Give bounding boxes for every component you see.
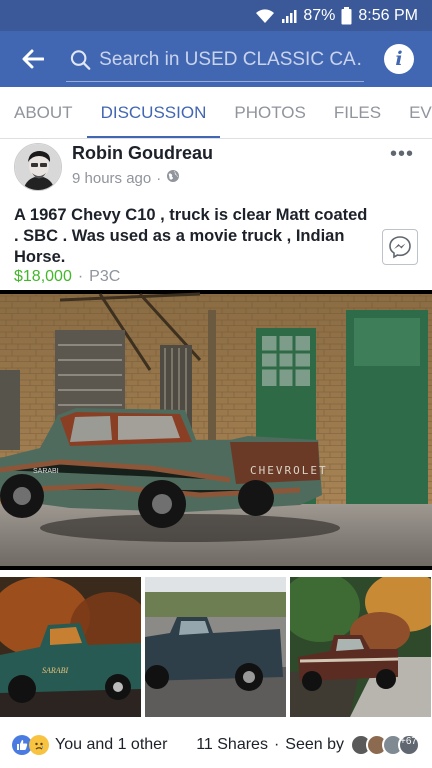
post-time[interactable]: 9 hours ago [72,170,151,187]
price: $18,000 [14,268,72,285]
tab-photos[interactable]: PHOTOS [220,87,319,138]
meta-separator: · [273,736,280,753]
author-name[interactable]: Robin Goudreau [72,143,213,164]
tailgate-text: CHEVROLET [250,464,328,477]
info-icon[interactable]: i [384,44,414,74]
shares-and-seen: 11 Shares · Seen by +67 [196,734,420,756]
post-meta: 9 hours ago · [72,169,180,187]
tab-discussion[interactable]: DISCUSSION [86,87,221,138]
search-input[interactable]: Search in USED CLASSIC CA… [66,38,364,82]
photo-thumbnail-3[interactable] [290,577,431,717]
seen-by-avatars[interactable]: +67 [350,734,420,756]
tab-files[interactable]: FILES [320,87,395,138]
globe-icon [166,169,180,187]
back-button[interactable] [0,31,66,87]
meta-separator: · [156,169,162,187]
location: P3C [89,268,121,285]
main-photo[interactable]: CHEVROLET SARABI [0,290,432,570]
wifi-icon [255,8,275,24]
app-bar: Search in USED CLASSIC CA… i [0,31,432,87]
clock: 8:56 PM [358,6,418,24]
reaction-summary[interactable]: You and 1 other [55,736,167,754]
seen-label: Seen by [285,736,344,753]
search-placeholder: Search in USED CLASSIC CA… [99,48,364,70]
back-arrow-icon [22,49,44,69]
sad-reaction-icon [29,735,49,755]
post-header: Robin Goudreau 9 hours ago · ••• [14,143,418,193]
price-row: $18,000 · P3C [14,268,120,286]
photo-thumbnails: SARABI [0,577,432,717]
tab-events[interactable]: EVENTS [395,87,432,138]
door-text: SARABI [33,468,59,475]
battery-percent: 87% [303,6,336,24]
photo-thumbnail-2[interactable] [145,577,286,717]
tab-about[interactable]: ABOUT [0,87,87,138]
avatar[interactable] [14,143,62,191]
status-bar: 87% 8:56 PM [0,0,432,31]
battery-icon [341,6,352,25]
thumb1-door-text: SARABI [42,666,69,675]
seen-count: +67 [398,734,420,756]
messenger-button[interactable] [382,229,418,265]
reactions[interactable]: You and 1 other [12,735,167,755]
photo-thumbnail-1[interactable]: SARABI [0,577,141,717]
meta-separator: · [77,268,84,285]
share-count[interactable]: 11 Shares [196,736,268,754]
post-footer: You and 1 other 11 Shares · Seen by +67 [0,722,432,768]
search-icon [70,49,91,71]
signal-icon [281,8,297,24]
group-tabs: ABOUT DISCUSSION PHOTOS FILES EVENTS [0,87,432,139]
more-icon[interactable]: ••• [390,143,414,166]
post-text: A 1967 Chevy C10 , truck is clear Matt c… [14,206,368,266]
messenger-icon [389,236,411,259]
